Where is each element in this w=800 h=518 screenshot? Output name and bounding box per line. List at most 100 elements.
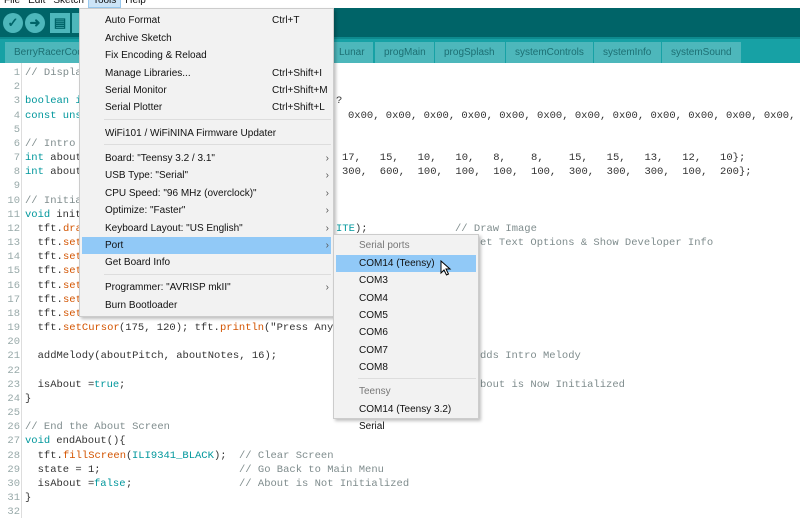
- tools-item-auto-format[interactable]: Auto Format Ctrl+T: [82, 12, 331, 29]
- code-line-7: int: [25, 152, 44, 165]
- upload-button[interactable]: ➜: [25, 13, 45, 33]
- code-line-23: ;: [119, 378, 126, 391]
- tools-item-fix-encoding[interactable]: Fix Encoding & Reload: [82, 47, 331, 64]
- tools-item-wifi101-wifinina[interactable]: WiFi101 / WiFiNINA Firmware Updater: [82, 125, 331, 142]
- code-line-24: }: [25, 392, 32, 405]
- tab-progmain[interactable]: progMain: [375, 42, 434, 63]
- chevron-right-icon: ›: [325, 170, 329, 181]
- tools-item-port[interactable]: Port ›: [82, 237, 331, 254]
- line-number: 21: [7, 350, 20, 363]
- port-item-com6[interactable]: COM6: [336, 324, 476, 341]
- port-item-com7[interactable]: COM7: [336, 342, 476, 359]
- line-number: 16: [7, 279, 20, 292]
- code-line-23: bout is Now Initialized: [480, 378, 625, 391]
- tools-item-keyboard-layout[interactable]: Keyboard Layout: "US English" ›: [82, 220, 331, 237]
- line-number: 18: [7, 307, 20, 320]
- menu-file[interactable]: File: [0, 0, 24, 8]
- line-number: 20: [7, 336, 20, 349]
- tools-item-burn-bootloader[interactable]: Burn Bootloader: [82, 297, 331, 314]
- menu-item-label: USB Type: "Serial": [105, 170, 189, 181]
- tools-item-optimize-faster[interactable]: Optimize: "Faster" ›: [82, 202, 331, 219]
- code-line-15: tft.: [25, 265, 63, 278]
- serial-ports-header: Serial ports: [359, 240, 410, 251]
- menu-item-label: Port: [105, 240, 124, 251]
- tab-systeminfo[interactable]: systemInfo: [594, 42, 661, 63]
- tools-item-usb-type[interactable]: USB Type: "Serial" ›: [82, 167, 331, 184]
- code-line-27: void: [25, 435, 51, 448]
- code-line-30: ;: [126, 477, 234, 490]
- verify-button[interactable]: ✓: [3, 13, 23, 33]
- menu-edit[interactable]: Edit: [24, 0, 49, 8]
- menu-item-label: Board: "Teensy 3.2 / 3.1": [105, 153, 215, 164]
- port-item-com8[interactable]: COM8: [336, 359, 476, 376]
- menu-item-label: Serial Plotter: [105, 102, 163, 113]
- tab-lunar[interactable]: Lunar: [330, 42, 373, 63]
- chevron-right-icon: ›: [325, 240, 329, 251]
- line-number: 19: [7, 322, 20, 335]
- line-number: 8: [13, 166, 20, 179]
- line-number: 1: [13, 67, 20, 79]
- line-number: 30: [7, 477, 20, 490]
- shortcut-label: Ctrl+Shift+M: [272, 85, 328, 96]
- port-item-com14[interactable]: COM14 (Teensy): [336, 255, 476, 272]
- line-number: 10: [7, 194, 20, 207]
- tools-item-cpu-speed[interactable]: CPU Speed: "96 MHz (overclock)" ›: [82, 185, 331, 202]
- line-number: 14: [7, 251, 20, 264]
- new-sketch-button[interactable]: ▤: [50, 13, 70, 33]
- code-line-4: 0x00, 0x00, 0x00, 0x00, 0x00, 0x00, 0x00…: [348, 109, 796, 122]
- code-line-14: tft.: [25, 251, 63, 264]
- code-line-10: // Initia: [25, 194, 82, 207]
- line-number: 2: [13, 81, 20, 94]
- code-line-11: init: [50, 208, 82, 221]
- tools-item-manage-libraries[interactable]: Manage Libraries... Ctrl+Shift+I: [82, 65, 331, 82]
- port-item-com5[interactable]: COM5: [336, 307, 476, 324]
- code-line-29: state = 1;: [25, 463, 240, 476]
- code-line-30: false: [94, 477, 126, 490]
- chevron-right-icon: ›: [325, 188, 329, 199]
- menu-separator: [358, 378, 476, 379]
- tools-item-archive-sketch[interactable]: Archive Sketch: [82, 30, 331, 47]
- line-number: 6: [13, 137, 20, 150]
- code-line-7: about: [44, 152, 82, 165]
- menu-item-label: CPU Speed: "96 MHz (overclock)": [105, 188, 257, 199]
- port-item-com14-teensy-serial[interactable]: COM14 (Teensy 3.2) Serial: [336, 401, 476, 432]
- code-line-19: tft.: [25, 322, 63, 335]
- line-number: 28: [7, 449, 20, 462]
- menu-separator: [104, 274, 331, 275]
- code-line-1: // Displa: [25, 67, 82, 79]
- line-number: 11: [7, 208, 20, 221]
- tools-item-serial-plotter[interactable]: Serial Plotter Ctrl+Shift+L: [82, 99, 331, 116]
- tools-item-programmer-avrisp[interactable]: Programmer: "AVRISP mkII" ›: [82, 279, 331, 296]
- menu-sketch[interactable]: Sketch: [49, 0, 88, 8]
- code-line-18: tft.: [25, 307, 63, 320]
- tools-item-get-board[interactable]: Get Board Info: [82, 254, 331, 271]
- port-item-com3[interactable]: COM3: [336, 272, 476, 289]
- tab-systemsound[interactable]: systemSound: [662, 42, 741, 63]
- line-number: 24: [7, 392, 20, 405]
- line-number: 29: [7, 463, 20, 476]
- tools-item-serial-monitor[interactable]: Serial Monitor Ctrl+Shift+M: [82, 82, 331, 99]
- port-submenu: Serial ports COM14 (Teensy) COM3 COM4 COM5 C…: [333, 234, 479, 432]
- code-line-8: about: [44, 166, 82, 179]
- code-line-11: void: [25, 208, 51, 221]
- teensy-header: Teensy: [359, 386, 391, 397]
- tab-berryracercode[interactable]: BerryRacerCode: [5, 42, 85, 63]
- line-number: 23: [7, 378, 20, 391]
- code-line-19: println: [220, 322, 265, 335]
- menu-item-label: Archive Sketch: [105, 33, 172, 44]
- line-number-gutter: 1 2 3 4 5 6 7 8 9 10 11 12 13 14 15 16 17 18 19 20 21 22 23 24 2…: [0, 63, 22, 518]
- tab-progsplash[interactable]: progSplash: [435, 42, 505, 63]
- code-line-30: isAbout =: [25, 477, 101, 490]
- code-line-28: ILI9341_BLACK: [132, 449, 214, 462]
- menu-help[interactable]: Help: [121, 0, 150, 8]
- code-line-13: et Text Options & Show Developer Info: [480, 237, 714, 250]
- tools-item-board-teensy[interactable]: Board: "Teensy 3.2 / 3.1" ›: [82, 150, 331, 167]
- line-number: 9: [13, 180, 20, 193]
- menu-item-label: WiFi101 / WiFiNINA Firmware Updater: [105, 128, 277, 139]
- menu-tools[interactable]: Tools: [87, 0, 122, 8]
- code-line-17: tft.: [25, 293, 63, 306]
- menu-item-label: Manage Libraries...: [105, 68, 191, 79]
- port-item-com4[interactable]: COM4: [336, 290, 476, 307]
- line-number: 26: [7, 421, 20, 434]
- tab-systemcontrols[interactable]: systemControls: [506, 42, 593, 63]
